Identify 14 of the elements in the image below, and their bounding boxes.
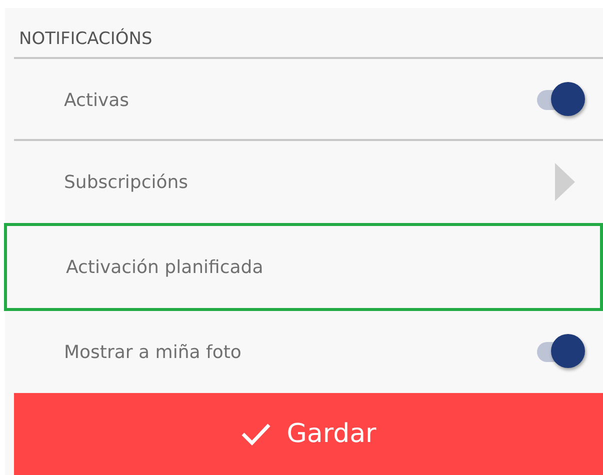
settings-row[interactable]: Mostrar a miña foto — [5, 311, 603, 393]
row-label: Activas — [64, 90, 130, 110]
settings-row[interactable]: Activas — [5, 59, 603, 141]
save-button[interactable]: Gardar — [14, 393, 603, 475]
toggle-thumb[interactable] — [551, 334, 585, 368]
check-icon — [240, 422, 271, 446]
row-label: Mostrar a miña foto — [64, 342, 242, 362]
row-label: Activación planificada — [66, 256, 264, 278]
toggle-thumb[interactable] — [551, 82, 585, 116]
chevron-right-icon — [555, 163, 575, 201]
highlighted-settings-row[interactable]: Activación planificada — [4, 223, 603, 311]
settings-row[interactable]: Subscripcións — [5, 141, 603, 223]
row-label: Subscripcións — [64, 172, 190, 192]
section-title: NOTIFICACIÓNS — [19, 29, 152, 49]
